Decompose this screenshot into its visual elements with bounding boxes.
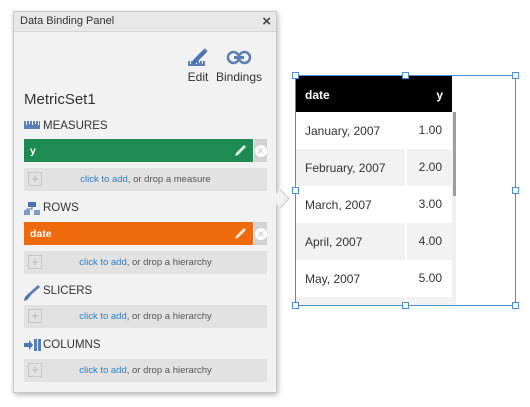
close-icon[interactable]: ×	[262, 13, 271, 30]
close-circle-icon: ✕	[254, 144, 267, 157]
resize-handle[interactable]	[512, 302, 519, 309]
slicers-label: SLICERS	[43, 285, 93, 297]
click-to-add-link[interactable]: click to add	[79, 365, 127, 376]
panel-header: Data Binding Panel ×	[14, 12, 276, 32]
selection-frame	[295, 75, 516, 306]
link-chain-icon	[226, 50, 252, 65]
dropzone-hint: , or drop a hierarchy	[126, 311, 212, 322]
measure-dropzone[interactable]: + click to add, or drop a measure	[24, 168, 267, 191]
hierarchy-icon	[24, 202, 40, 215]
dropzone-hint: , or drop a hierarchy	[126, 365, 212, 376]
metric-set-name: MetricSet1	[24, 91, 96, 108]
edit-pencil-icon[interactable]	[234, 226, 248, 240]
resize-handle[interactable]	[292, 187, 299, 194]
measure-field-y[interactable]: y	[24, 139, 253, 162]
resize-handle[interactable]	[292, 302, 299, 309]
panel-title: Data Binding Panel	[20, 15, 115, 27]
edit-label: Edit	[187, 70, 209, 84]
bindings-button[interactable]: Bindings	[214, 48, 264, 84]
columns-arrow-icon	[24, 339, 41, 351]
slicers-dropzone[interactable]: + click to add, or drop a hierarchy	[24, 305, 267, 328]
resize-handle[interactable]	[402, 72, 409, 79]
row-field-label: date	[30, 228, 52, 240]
brush-icon	[24, 285, 40, 301]
remove-row-button[interactable]: ✕	[254, 222, 267, 245]
dropzone-hint: , or drop a hierarchy	[126, 257, 212, 268]
edit-pencil-icon[interactable]	[234, 143, 248, 157]
measure-field-label: y	[30, 145, 36, 157]
data-binding-panel: Data Binding Panel × Edit Bindings Metri…	[13, 11, 277, 393]
pencil-ruler-icon	[188, 48, 208, 66]
row-field-date[interactable]: date	[24, 222, 253, 245]
click-to-add-link[interactable]: click to add	[79, 257, 127, 268]
ruler-icon	[24, 121, 40, 129]
resize-handle[interactable]	[402, 302, 409, 309]
click-to-add-link[interactable]: click to add	[79, 311, 127, 322]
close-circle-icon: ✕	[254, 227, 267, 240]
columns-label: COLUMNS	[43, 339, 101, 351]
bindings-label: Bindings	[215, 70, 263, 84]
resize-handle[interactable]	[512, 187, 519, 194]
edit-button[interactable]: Edit	[184, 48, 212, 84]
dropzone-hint: , or drop a measure	[127, 174, 211, 185]
resize-handle[interactable]	[292, 72, 299, 79]
measures-label: MEASURES	[43, 120, 108, 132]
rows-label: ROWS	[43, 202, 79, 214]
columns-dropzone[interactable]: + click to add, or drop a hierarchy	[24, 359, 267, 382]
click-to-add-link[interactable]: click to add	[80, 174, 128, 185]
rows-dropzone[interactable]: + click to add, or drop a hierarchy	[24, 251, 267, 274]
resize-handle[interactable]	[512, 72, 519, 79]
remove-measure-button[interactable]: ✕	[254, 139, 267, 162]
